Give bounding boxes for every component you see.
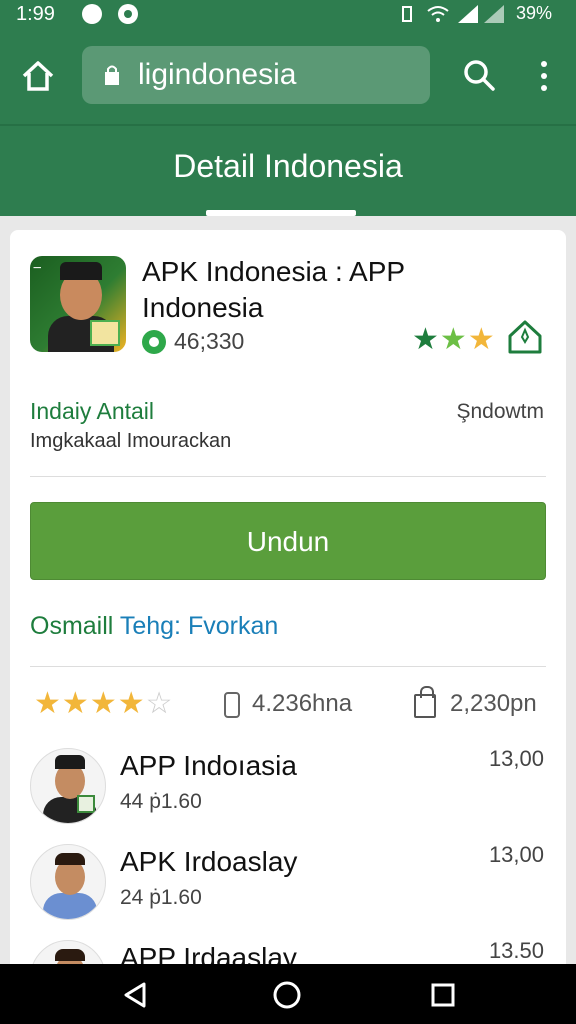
divider bbox=[30, 666, 546, 667]
app-detail-card: I APK Indonesia : APP Indonesia 46;330 ★… bbox=[10, 230, 566, 990]
list-item-value: 13,00 bbox=[488, 746, 544, 771]
bag-icon bbox=[414, 686, 436, 718]
status-indicators: 39% bbox=[396, 3, 552, 24]
app-title: APK Indonesia : APP Indonesia bbox=[142, 256, 405, 323]
lock-icon bbox=[105, 65, 119, 85]
avatar bbox=[30, 748, 106, 824]
app-icon: I bbox=[30, 256, 126, 352]
download-count-text: 46;330 bbox=[174, 328, 245, 354]
info-link[interactable]: Tehg: Fvorkan bbox=[120, 612, 278, 640]
list-item-title: APP Irdaaslay bbox=[120, 942, 297, 964]
list-item-subtitle: 24 ṗ1.60 bbox=[120, 886, 202, 909]
list-item-title: APK Irdoaslay bbox=[120, 846, 298, 877]
rating-stars: ★★★★☆ bbox=[34, 686, 174, 721]
tab-detail[interactable]: Detail Indonesia bbox=[0, 148, 576, 185]
browser-toolbar: ligindonesia bbox=[0, 30, 576, 124]
star-empty-icon: ☆ bbox=[145, 687, 174, 720]
star-icon: ★ bbox=[412, 323, 440, 356]
divider bbox=[30, 476, 546, 477]
developer-subtitle: Imgkakaal Imourackan bbox=[30, 430, 232, 452]
install-button[interactable]: Undun bbox=[30, 502, 546, 580]
wifi-icon bbox=[427, 5, 449, 22]
search-icon[interactable] bbox=[462, 58, 496, 92]
system-nav-bar bbox=[0, 964, 576, 1024]
battery-text: 39% bbox=[515, 3, 552, 23]
more-vert-icon[interactable] bbox=[534, 60, 554, 92]
list-item[interactable]: APP Indoıasia 44 ṗ1.60 13,00 bbox=[30, 744, 546, 834]
app-price: 2,230pn bbox=[450, 690, 537, 717]
download-count: 46;330 bbox=[142, 328, 244, 355]
list-item[interactable]: APP Irdaaslay 13.50 bbox=[30, 936, 546, 964]
list-item-title: APP Indoıasia bbox=[120, 750, 297, 781]
signal-icon bbox=[457, 4, 504, 23]
download-label: Şndowtm bbox=[456, 400, 544, 423]
wishlist-icon[interactable] bbox=[506, 318, 544, 356]
stats-row: ★★★★☆ 4.236hna 2,230pn bbox=[30, 684, 546, 728]
home-icon[interactable] bbox=[20, 58, 56, 94]
phone-icon bbox=[224, 692, 240, 718]
status-time: 1:99 bbox=[16, 3, 55, 25]
star-icon: ★ bbox=[117, 687, 146, 720]
url-bar[interactable]: ligindonesia bbox=[82, 46, 430, 104]
app-size: 4.236hna bbox=[252, 690, 353, 717]
list-item-subtitle: 44 ṗ1.60 bbox=[120, 790, 202, 813]
avatar bbox=[30, 844, 106, 920]
home-circle-icon[interactable] bbox=[272, 980, 302, 1010]
developer-name[interactable]: Indaiy Antail bbox=[30, 398, 154, 425]
list-item-value: 13,00 bbox=[488, 842, 544, 867]
tab-bar: Detail Indonesia bbox=[0, 124, 576, 216]
info-text: Osmaill bbox=[30, 612, 114, 640]
star-icon: ★ bbox=[61, 687, 90, 720]
app-icon-text: I bbox=[32, 266, 44, 270]
vibrate-icon bbox=[401, 5, 412, 22]
star-icon: ★ bbox=[439, 323, 468, 356]
info-line: Osmaill Tehg: Fvorkan bbox=[30, 612, 278, 641]
list-item-value: 13.50 bbox=[488, 938, 544, 963]
app-rating: ★★★ bbox=[412, 322, 496, 357]
url-text: ligindonesia bbox=[138, 58, 297, 91]
list-item[interactable]: APK Irdoaslay 24 ṗ1.60 13,00 bbox=[30, 840, 546, 930]
star-icon: ★ bbox=[89, 687, 118, 720]
avatar bbox=[30, 940, 106, 964]
back-icon[interactable] bbox=[120, 980, 150, 1010]
recent-apps-icon[interactable] bbox=[428, 980, 458, 1010]
star-icon: ★ bbox=[34, 687, 62, 720]
whatsapp-icon bbox=[142, 329, 166, 354]
notification-icon bbox=[82, 4, 102, 24]
record-icon bbox=[118, 4, 138, 24]
status-bar: 1:99 39% bbox=[0, 0, 576, 30]
star-icon: ★ bbox=[467, 323, 496, 356]
tab-indicator bbox=[206, 210, 356, 216]
